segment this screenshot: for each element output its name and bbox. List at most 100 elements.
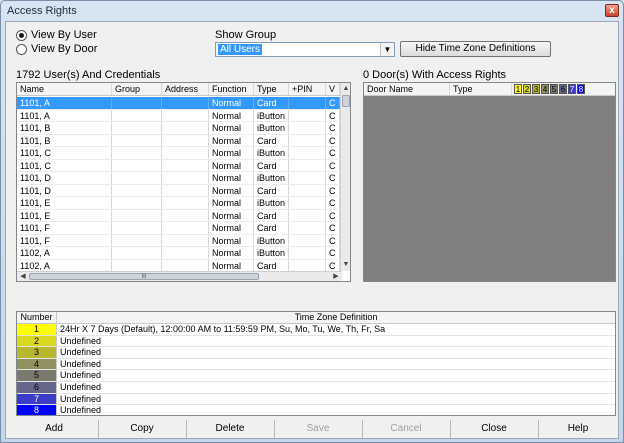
user-cell-type: Card [254,259,289,271]
user-cell-v: C [326,122,340,134]
hide-time-zone-definitions-button[interactable]: Hide Time Zone Definitions [400,41,551,57]
user-cell-pin [289,122,326,134]
col-header-door-type[interactable]: Type [450,83,512,95]
user-cell-v: C [326,109,340,121]
close-window-icon[interactable]: x [605,4,619,17]
col-header-address[interactable]: Address [162,83,209,95]
scroll-up-icon[interactable]: ▲ [341,85,350,93]
col-header-door-name[interactable]: Door Name [364,83,450,95]
time-zone-number: 3 [17,347,57,358]
chevron-down-icon[interactable]: ▼ [380,43,394,56]
time-zone-number: 5 [17,370,57,381]
cancel-button[interactable]: Cancel [366,421,446,437]
scroll-down-icon[interactable]: ▼ [341,261,350,269]
users-vscroll[interactable]: ▲ ▼ [340,83,350,271]
time-zone-row[interactable]: 6 Undefined [17,381,615,394]
time-zone-row[interactable]: 5 Undefined [17,370,615,382]
time-zone-row[interactable]: 8 Undefined [17,405,615,416]
close-button[interactable]: Close [454,421,534,437]
user-row[interactable]: 1101, D Normal iButton C [17,172,341,185]
time-zone-number: 7 [17,393,57,405]
scroll-right-icon[interactable]: ▶ [331,273,341,281]
doors-heading: 0 Door(s) With Access Rights [363,69,507,81]
user-cell-address [162,109,209,121]
user-cell-type: iButton [254,197,289,209]
time-zone-number: 8 [17,405,57,415]
user-cell-type: Card [254,222,289,234]
col-header-v[interactable]: V [326,83,340,95]
time-zone-swatch: 4 [541,84,549,94]
time-zone-row[interactable]: 7 Undefined [17,393,615,406]
view-by-user-option[interactable]: View By User [16,29,97,41]
col-header-group[interactable]: Group [112,83,162,95]
window-title: Access Rights [7,5,77,17]
col-header-function[interactable]: Function [209,83,254,95]
time-zone-definition: Undefined [60,393,102,404]
time-zone-row[interactable]: 2 Undefined [17,335,615,348]
user-cell-type: iButton [254,109,289,121]
user-cell-group [112,197,162,209]
user-cell-function: Normal [209,122,254,134]
user-row[interactable]: 1101, B Normal iButton C [17,122,341,135]
users-heading: 1792 User(s) And Credentials [16,69,161,81]
button-separator [450,420,451,438]
user-row[interactable]: 1101, F Normal iButton C [17,234,341,247]
user-cell-function: Normal [209,97,254,109]
user-row[interactable]: 1102, A Normal iButton C [17,247,341,260]
time-zone-swatch: 7 [568,84,576,94]
user-cell-v: C [326,159,340,171]
user-row[interactable]: 1101, A Normal iButton C [17,109,341,122]
col-header-number[interactable]: Number [17,312,57,323]
user-cell-type: iButton [254,247,289,259]
help-button[interactable]: Help [542,421,614,437]
user-row[interactable]: 1101, E Normal Card C [17,209,341,222]
view-by-user-radio[interactable] [16,29,27,41]
copy-button[interactable]: Copy [102,421,182,437]
user-row[interactable]: 1101, B Normal Card C [17,134,341,147]
user-cell-group [112,259,162,271]
time-zone-definition: Undefined [60,347,102,358]
scroll-left-icon[interactable]: ◀ [18,273,28,281]
user-cell-address [162,147,209,159]
user-cell-pin [289,259,326,271]
user-cell-function: Normal [209,222,254,234]
col-header-type[interactable]: Type [254,83,289,95]
user-row[interactable]: 1101, F Normal Card C [17,222,341,235]
user-cell-group [112,147,162,159]
user-cell-v: C [326,259,340,271]
view-by-door-option[interactable]: View By Door [16,43,97,55]
time-zone-row[interactable]: 4 Undefined [17,358,615,371]
user-row[interactable]: 1101, D Normal Card C [17,184,341,197]
user-cell-name: 1102, A [17,259,112,271]
user-row[interactable]: 1101, E Normal iButton C [17,197,341,210]
time-zone-row[interactable]: 1 24Hr X 7 Days (Default), 12:00:00 AM to… [17,324,615,336]
user-row[interactable]: 1101, C Normal iButton C [17,147,341,160]
user-cell-function: Normal [209,147,254,159]
col-header-name[interactable]: Name [17,83,112,95]
time-zone-definition: Undefined [60,381,102,392]
time-zone-row[interactable]: 3 Undefined [17,347,615,359]
users-hscroll-thumb[interactable]: III [29,273,259,280]
time-zone-definition: Undefined [60,405,102,416]
user-cell-type: iButton [254,122,289,134]
user-row[interactable]: 1101, C Normal Card C [17,159,341,172]
show-group-select[interactable]: All Users ▼ [215,42,395,57]
user-row[interactable]: 1101, A Normal Card C [17,97,341,110]
col-header-time-zone-definition[interactable]: Time Zone Definition [57,312,615,323]
view-by-door-radio[interactable] [16,43,27,55]
user-cell-name: 1101, A [17,97,112,109]
add-button[interactable]: Add [14,421,94,437]
save-button[interactable]: Save [278,421,358,437]
col-header-pin[interactable]: +PIN [289,83,326,95]
time-zone-definition: Undefined [60,335,102,346]
user-cell-name: 1101, D [17,184,112,196]
time-zone-definition: Undefined [60,370,102,381]
users-vscroll-thumb[interactable] [342,95,350,107]
delete-button[interactable]: Delete [190,421,270,437]
button-separator [274,420,275,438]
user-cell-name: 1101, D [17,172,112,184]
user-cell-pin [289,197,326,209]
users-grid-header: Name Group Address Function Type +PIN V [17,83,340,96]
users-hscroll[interactable]: ◀ III ▶ [17,271,342,281]
time-zone-number: 2 [17,335,57,347]
